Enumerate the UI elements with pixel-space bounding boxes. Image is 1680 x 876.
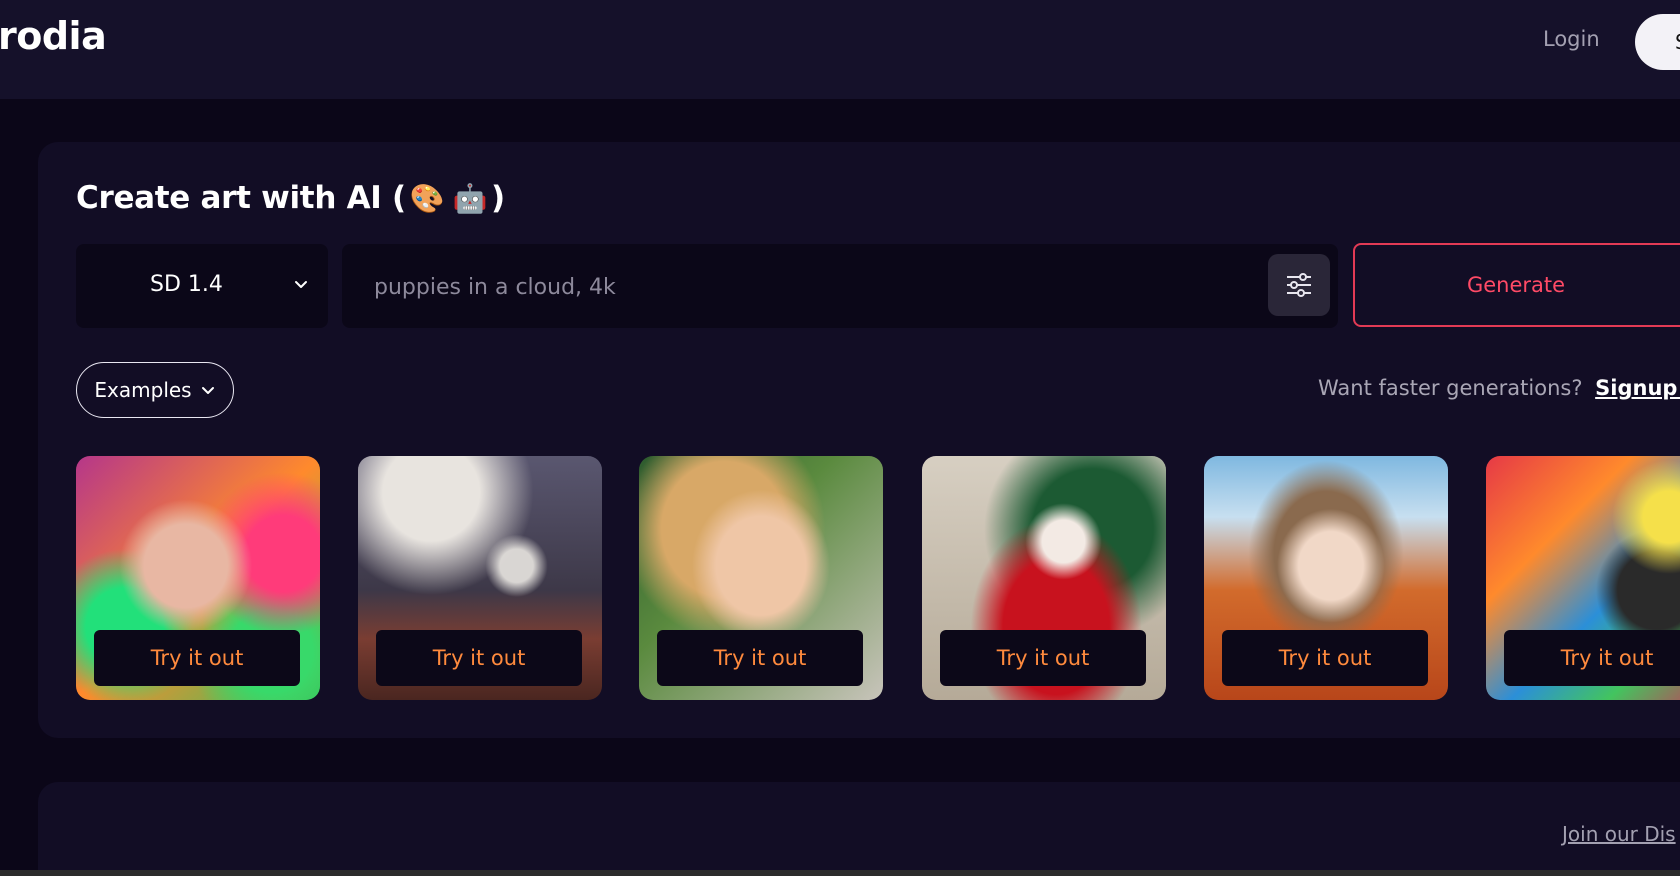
promo-message: Want faster generations?: [1318, 376, 1583, 400]
prompt-box: [342, 244, 1338, 328]
chevron-down-icon: [201, 387, 214, 394]
signup-link[interactable]: Signup for: [1595, 376, 1680, 400]
example-tile[interactable]: Try it out: [76, 456, 320, 700]
window-bottom-border: [0, 870, 1680, 876]
heading-close: ): [491, 180, 505, 216]
example-tile[interactable]: Try it out: [1204, 456, 1448, 700]
model-select-value: SD 1.4: [150, 272, 223, 297]
palette-icon: 🎨: [409, 181, 445, 215]
prompt-input[interactable]: [372, 264, 1256, 310]
model-select[interactable]: SD 1.4: [76, 244, 328, 328]
community-card: [38, 782, 1680, 876]
heading-text: Create art with AI (: [76, 180, 406, 216]
try-it-out-button[interactable]: Try it out: [657, 630, 863, 686]
discord-link[interactable]: Join our Dis: [1562, 822, 1676, 846]
example-tile[interactable]: Try it out: [358, 456, 602, 700]
page-title: Create art with AI ( 🎨 🤖 ): [76, 180, 505, 216]
login-link[interactable]: Login: [1543, 27, 1600, 51]
example-tile[interactable]: Try it out: [639, 456, 883, 700]
robot-icon: 🤖: [452, 181, 488, 215]
chevron-down-icon: [295, 281, 307, 288]
try-it-out-button[interactable]: Try it out: [94, 630, 300, 686]
try-it-out-button[interactable]: Try it out: [940, 630, 1146, 686]
example-tile[interactable]: Try it out: [1486, 456, 1680, 700]
example-tile[interactable]: Try it out: [922, 456, 1166, 700]
signup-button[interactable]: S: [1635, 14, 1680, 70]
examples-dropdown[interactable]: Examples: [76, 362, 234, 418]
examples-label: Examples: [94, 378, 192, 402]
top-navbar: rodia Login S: [0, 0, 1680, 99]
page: rodia Login S Create art with AI ( 🎨 🤖 )…: [0, 0, 1680, 876]
try-it-out-button[interactable]: Try it out: [376, 630, 582, 686]
settings-button[interactable]: [1268, 254, 1330, 316]
promo-text: Want faster generations? Signup for: [1318, 376, 1680, 400]
try-it-out-button[interactable]: Try it out: [1504, 630, 1680, 686]
brand-logo[interactable]: rodia: [0, 14, 107, 58]
generate-button[interactable]: Generate: [1353, 243, 1680, 327]
sliders-icon: [1287, 273, 1311, 297]
try-it-out-button[interactable]: Try it out: [1222, 630, 1428, 686]
